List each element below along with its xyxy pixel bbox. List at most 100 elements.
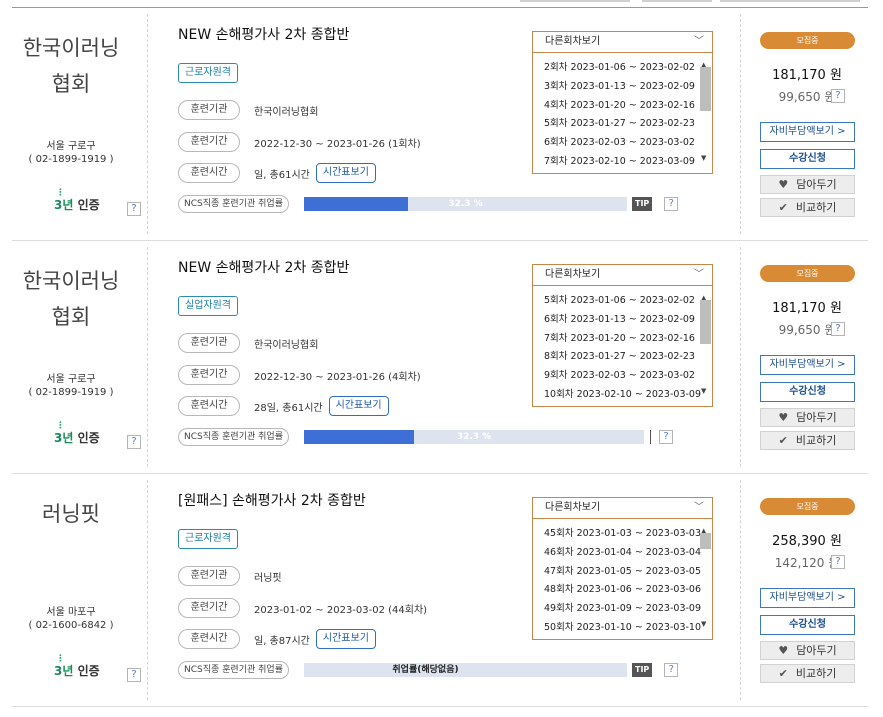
- cert-years: 3년: [54, 664, 73, 678]
- institution-contact: 서울 구로구 ( 02-1899-1919 ): [12, 373, 130, 399]
- institution-name-line: 협회: [51, 72, 91, 96]
- institution-name[interactable]: 한국이러닝 협회: [12, 263, 130, 335]
- institution-location: 서울 구로구: [46, 374, 96, 385]
- session-list[interactable]: 2회차 2023-01-06 ~ 2023-02-02 3회차 2023-01-…: [533, 53, 712, 173]
- ncs-label: NCS직종 훈련기관 취업률: [178, 195, 289, 213]
- session-option[interactable]: 45회차 2023-01-03 ~ 2023-03-03: [544, 525, 712, 544]
- ncs-help-icon[interactable]: ?: [664, 663, 679, 677]
- price-help-icon[interactable]: ?: [831, 89, 845, 103]
- session-option[interactable]: 7회차 2023-02-10 ~ 2023-03-09: [544, 153, 712, 172]
- period-row: 훈련기간 2022-12-30 ~ 2023-01-26 (1회차): [178, 132, 421, 152]
- session-option[interactable]: 48회차 2023-01-06 ~ 2023-03-06: [544, 581, 712, 600]
- session-option[interactable]: 10회차 2023-02-10 ~ 2023-03-09: [544, 386, 712, 405]
- cert-label: 인증: [77, 431, 100, 445]
- period-value: 2022-12-30 ~ 2023-01-26 (1회차): [254, 138, 421, 150]
- scroll-thumb[interactable]: [700, 67, 711, 111]
- self-pay-button[interactable]: 자비부담액보기 >: [760, 588, 855, 608]
- session-option[interactable]: 5회차 2023-01-27 ~ 2023-02-23: [544, 115, 712, 134]
- course-type-badge: 실업자원격: [178, 296, 238, 316]
- session-option[interactable]: 6회차 2023-01-13 ~ 2023-02-09: [544, 311, 712, 330]
- scroll-thumb[interactable]: [700, 533, 711, 549]
- session-option[interactable]: 49회차 2023-01-09 ~ 2023-03-09: [544, 600, 712, 619]
- session-list[interactable]: 45회차 2023-01-03 ~ 2023-03-03 46회차 2023-0…: [533, 519, 712, 639]
- hours-value: 일, 총87시간: [254, 635, 310, 647]
- session-option[interactable]: 6회차 2023-02-03 ~ 2023-03-02: [544, 134, 712, 153]
- cert-help-icon[interactable]: ?: [127, 435, 141, 449]
- session-dropdown-label: 다른회차보기: [545, 36, 601, 47]
- timetable-button[interactable]: 시간표보기: [315, 629, 376, 649]
- institution-name[interactable]: 한국이러닝 협회: [12, 30, 130, 102]
- compare-button[interactable]: ✔ 비교하기: [760, 431, 855, 450]
- session-dropdown-header[interactable]: 다른회차보기 ﹀: [533, 498, 712, 519]
- price-help-icon[interactable]: ?: [831, 555, 845, 569]
- scroll-down-arrow-icon[interactable]: ▼: [701, 615, 706, 634]
- session-dropdown-header[interactable]: 다른회차보기 ﹀: [533, 265, 712, 286]
- session-option[interactable]: 3회차 2023-01-13 ~ 2023-02-09: [544, 78, 712, 97]
- cert-help-icon[interactable]: ?: [127, 202, 141, 216]
- session-option[interactable]: 5회차 2023-01-06 ~ 2023-02-02: [544, 292, 712, 311]
- check-icon: ✔: [778, 434, 788, 447]
- course-title[interactable]: NEW 손해평가사 2차 종합반: [178, 257, 349, 277]
- enroll-button[interactable]: 수강신청: [760, 615, 855, 635]
- chevron-down-icon: ﹀: [694, 269, 704, 280]
- top-divider-stub: [520, 0, 630, 2]
- session-dropdown[interactable]: 다른회차보기 ﹀ 45회차 2023-01-03 ~ 2023-03-03 46…: [532, 497, 713, 640]
- hours-label: 훈련시간: [178, 629, 240, 649]
- timetable-button[interactable]: 시간표보기: [328, 396, 389, 416]
- wishlist-button[interactable]: ♥ 담아두기: [760, 408, 855, 427]
- wishlist-button[interactable]: ♥ 담아두기: [760, 641, 855, 660]
- session-list[interactable]: 5회차 2023-01-06 ~ 2023-02-02 6회차 2023-01-…: [533, 286, 712, 406]
- session-option[interactable]: 50회차 2023-01-10 ~ 2023-03-10: [544, 619, 712, 638]
- enroll-button[interactable]: 수강신청: [760, 149, 855, 169]
- ncs-help-icon[interactable]: ?: [659, 430, 673, 444]
- institution-name[interactable]: 러닝핏: [12, 496, 130, 532]
- institution-location: 서울 마포구: [46, 607, 96, 618]
- top-divider-stub: [642, 0, 712, 2]
- scroll-thumb[interactable]: [700, 300, 711, 344]
- scroll-down-arrow-icon[interactable]: ▼: [701, 149, 706, 168]
- employment-rate: 32.3 %: [456, 432, 492, 442]
- hours-row: 훈련시간 28일, 총61시간 시간표보기: [178, 396, 389, 416]
- session-dropdown[interactable]: 다른회차보기 ﹀ 2회차 2023-01-06 ~ 2023-02-02 3회차…: [532, 31, 713, 174]
- institution-name-line: 협회: [51, 305, 91, 329]
- period-row: 훈련기간 2023-01-02 ~ 2023-03-02 (44회차): [178, 598, 427, 618]
- enroll-button[interactable]: 수강신청: [760, 382, 855, 402]
- price-help-icon[interactable]: ?: [831, 322, 845, 336]
- scroll-down-arrow-icon[interactable]: ▼: [701, 382, 706, 401]
- session-option[interactable]: 47회차 2023-01-05 ~ 2023-03-05: [544, 563, 712, 582]
- column-divider: [147, 14, 148, 234]
- session-option[interactable]: 46회차 2023-01-04 ~ 2023-03-04: [544, 544, 712, 563]
- tip-button[interactable]: TIP: [632, 663, 653, 677]
- heart-icon: ♥: [778, 644, 789, 657]
- self-pay-button[interactable]: 자비부담액보기 >: [760, 355, 855, 375]
- compare-button[interactable]: ✔ 비교하기: [760, 664, 855, 683]
- tip-button[interactable]: TIP: [632, 197, 653, 211]
- course-price: 181,170 원: [772, 301, 842, 316]
- course-card: 한국이러닝 협회 서울 구로구 ( 02-1899-1919 ) 3년 인증 ?…: [12, 241, 868, 474]
- institution-name-line: 러닝핏: [42, 502, 100, 526]
- session-option[interactable]: 2회차 2023-01-06 ~ 2023-02-02: [544, 59, 712, 78]
- wishlist-button[interactable]: ♥ 담아두기: [760, 175, 855, 194]
- column-divider: [740, 480, 741, 700]
- course-title[interactable]: [원패스] 손해평가사 2차 종합반: [178, 490, 366, 510]
- self-pay-button[interactable]: 자비부담액보기 >: [760, 122, 855, 142]
- session-scrollbar[interactable]: ▲ ▼: [698, 522, 711, 634]
- session-dropdown-label: 다른회차보기: [545, 269, 601, 280]
- timetable-button[interactable]: 시간표보기: [315, 163, 376, 183]
- session-option[interactable]: 8회차 2023-01-27 ~ 2023-02-23: [544, 348, 712, 367]
- session-dropdown[interactable]: 다른회차보기 ﹀ 5회차 2023-01-06 ~ 2023-02-02 6회차…: [532, 264, 713, 407]
- institution-phone: ( 02-1600-6842 ): [28, 620, 114, 631]
- compare-button[interactable]: ✔ 비교하기: [760, 198, 855, 217]
- cert-help-icon[interactable]: ?: [127, 668, 141, 682]
- session-scrollbar[interactable]: ▲ ▼: [698, 289, 711, 401]
- session-option[interactable]: 4회차 2023-01-20 ~ 2023-02-16: [544, 97, 712, 116]
- ncs-help-icon[interactable]: ?: [664, 197, 679, 211]
- session-option[interactable]: 9회차 2023-02-03 ~ 2023-03-02: [544, 367, 712, 386]
- check-icon: ✔: [778, 667, 788, 680]
- session-dropdown-header[interactable]: 다른회차보기 ﹀: [533, 32, 712, 53]
- session-scrollbar[interactable]: ▲ ▼: [698, 56, 711, 168]
- course-title[interactable]: NEW 손해평가사 2차 종합반: [178, 24, 349, 44]
- session-option[interactable]: 7회차 2023-01-20 ~ 2023-02-16: [544, 330, 712, 349]
- column-divider: [147, 247, 148, 467]
- column-divider: [740, 247, 741, 467]
